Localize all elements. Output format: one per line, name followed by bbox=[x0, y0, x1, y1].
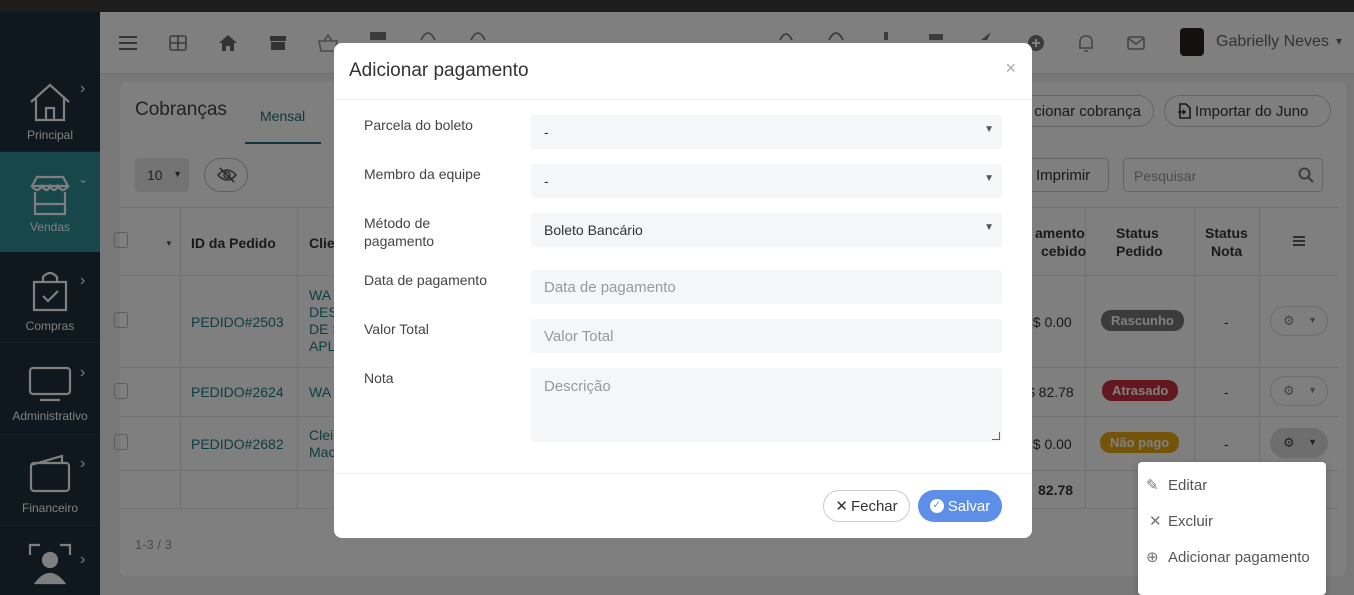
data-placeholder: Data de pagamento bbox=[544, 279, 676, 296]
add-payment-label: Adicionar pagamento bbox=[1168, 548, 1310, 566]
parcela-label: Parcela do boleto bbox=[364, 117, 473, 133]
check-circle-icon: ✓ bbox=[929, 499, 944, 513]
row-actions-dropdown: ✎ Editar ✕ Excluir ⊕ Adicionar pagamento bbox=[1138, 462, 1326, 595]
nota-textarea[interactable]: Descrição bbox=[531, 368, 1002, 442]
edit-menu-item[interactable]: ✎ Editar bbox=[1146, 476, 1208, 495]
parcela-select[interactable]: - ▼ bbox=[531, 115, 1002, 149]
nota-placeholder: Descrição bbox=[544, 378, 611, 395]
membro-value: - bbox=[544, 173, 549, 189]
close-icon[interactable]: × bbox=[1005, 58, 1016, 79]
plus-circle-icon: ⊕ bbox=[1146, 549, 1159, 566]
data-label: Data de pagamento bbox=[364, 272, 487, 288]
valor-label: Valor Total bbox=[364, 321, 429, 337]
parcela-value: - bbox=[544, 124, 549, 140]
caret-down-icon: ▼ bbox=[984, 173, 994, 184]
pencil-icon: ✎ bbox=[1146, 477, 1159, 494]
metodo-label: Método de pagamento bbox=[364, 215, 435, 249]
nota-label: Nota bbox=[364, 370, 394, 386]
membro-select[interactable]: - ▼ bbox=[531, 164, 1002, 198]
membro-label: Membro da equipe bbox=[364, 166, 481, 182]
fechar-label: Fechar bbox=[850, 497, 898, 515]
salvar-button[interactable]: ✓ Salvar bbox=[918, 490, 1002, 522]
data-pagamento-input[interactable]: Data de pagamento bbox=[531, 270, 1002, 304]
modal-divider bbox=[334, 99, 1032, 100]
add-payment-menu-item[interactable]: ⊕ Adicionar pagamento bbox=[1146, 548, 1310, 567]
delete-label: Excluir bbox=[1168, 512, 1214, 530]
valor-total-input[interactable]: Valor Total bbox=[531, 319, 1002, 353]
caret-down-icon: ▼ bbox=[984, 222, 994, 233]
valor-placeholder: Valor Total bbox=[544, 328, 614, 345]
delete-menu-item[interactable]: ✕ Excluir bbox=[1146, 512, 1214, 531]
salvar-label: Salvar bbox=[947, 497, 991, 515]
metodo-select[interactable]: Boleto Bancário ▼ bbox=[531, 213, 1002, 247]
modal-divider bbox=[334, 473, 1032, 474]
close-icon: ✕ bbox=[835, 498, 848, 515]
add-payment-modal: Adicionar pagamento × Parcela do boleto … bbox=[334, 43, 1032, 538]
metodo-value: Boleto Bancário bbox=[544, 222, 643, 238]
fechar-button[interactable]: ✕ Fechar bbox=[823, 490, 910, 522]
caret-down-icon: ▼ bbox=[984, 124, 994, 135]
close-icon: ✕ bbox=[1149, 513, 1162, 530]
modal-title: Adicionar pagamento bbox=[349, 60, 529, 81]
edit-label: Editar bbox=[1168, 476, 1208, 494]
resize-handle[interactable] bbox=[992, 432, 1000, 440]
